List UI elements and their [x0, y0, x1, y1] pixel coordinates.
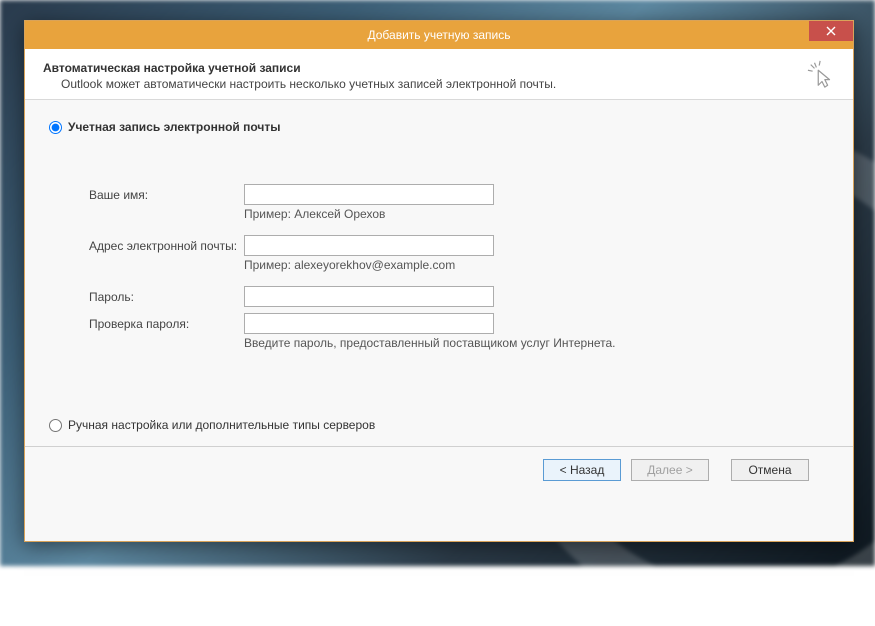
- wizard-body: Учетная запись электронной почты Ваше им…: [25, 100, 853, 541]
- wizard-header: Автоматическая настройка учетной записи …: [25, 49, 853, 100]
- radio-manual[interactable]: [49, 419, 62, 432]
- radio-email-account[interactable]: [49, 121, 62, 134]
- wizard-footer: < Назад Далее > Отмена: [49, 447, 829, 493]
- close-icon: [826, 26, 836, 36]
- label-name: Ваше имя:: [89, 188, 244, 202]
- cancel-button[interactable]: Отмена: [731, 459, 809, 481]
- row-password-confirm: Проверка пароля:: [89, 313, 829, 334]
- label-password: Пароль:: [89, 290, 244, 304]
- next-button[interactable]: Далее >: [631, 459, 709, 481]
- label-password-confirm: Проверка пароля:: [89, 317, 244, 331]
- option-manual-label: Ручная настройка или дополнительные типы…: [68, 418, 375, 432]
- input-password-confirm[interactable]: [244, 313, 494, 334]
- close-button[interactable]: [809, 21, 853, 41]
- row-email: Адрес электронной почты:: [89, 235, 829, 256]
- input-name[interactable]: [244, 184, 494, 205]
- hint-name: Пример: Алексей Орехов: [244, 207, 829, 221]
- account-form: Ваше имя: Пример: Алексей Орехов Адрес э…: [89, 184, 829, 350]
- row-password: Пароль:: [89, 286, 829, 307]
- option-email-label: Учетная запись электронной почты: [68, 120, 281, 134]
- hint-password: Введите пароль, предоставленный поставщи…: [244, 336, 829, 350]
- wizard-subtitle: Outlook может автоматически настроить не…: [43, 77, 835, 91]
- window-title: Добавить учетную запись: [368, 28, 511, 42]
- add-account-dialog: Добавить учетную запись Автоматическая н…: [24, 20, 854, 542]
- row-name: Ваше имя:: [89, 184, 829, 205]
- input-email[interactable]: [244, 235, 494, 256]
- input-password[interactable]: [244, 286, 494, 307]
- titlebar[interactable]: Добавить учетную запись: [25, 21, 853, 49]
- option-manual[interactable]: Ручная настройка или дополнительные типы…: [49, 418, 829, 432]
- option-email-account[interactable]: Учетная запись электронной почты: [49, 120, 829, 134]
- back-button[interactable]: < Назад: [543, 459, 621, 481]
- hint-email: Пример: alexeyorekhov@example.com: [244, 258, 829, 272]
- label-email: Адрес электронной почты:: [89, 239, 244, 253]
- wizard-title: Автоматическая настройка учетной записи: [43, 61, 835, 75]
- cursor-icon: [807, 59, 837, 92]
